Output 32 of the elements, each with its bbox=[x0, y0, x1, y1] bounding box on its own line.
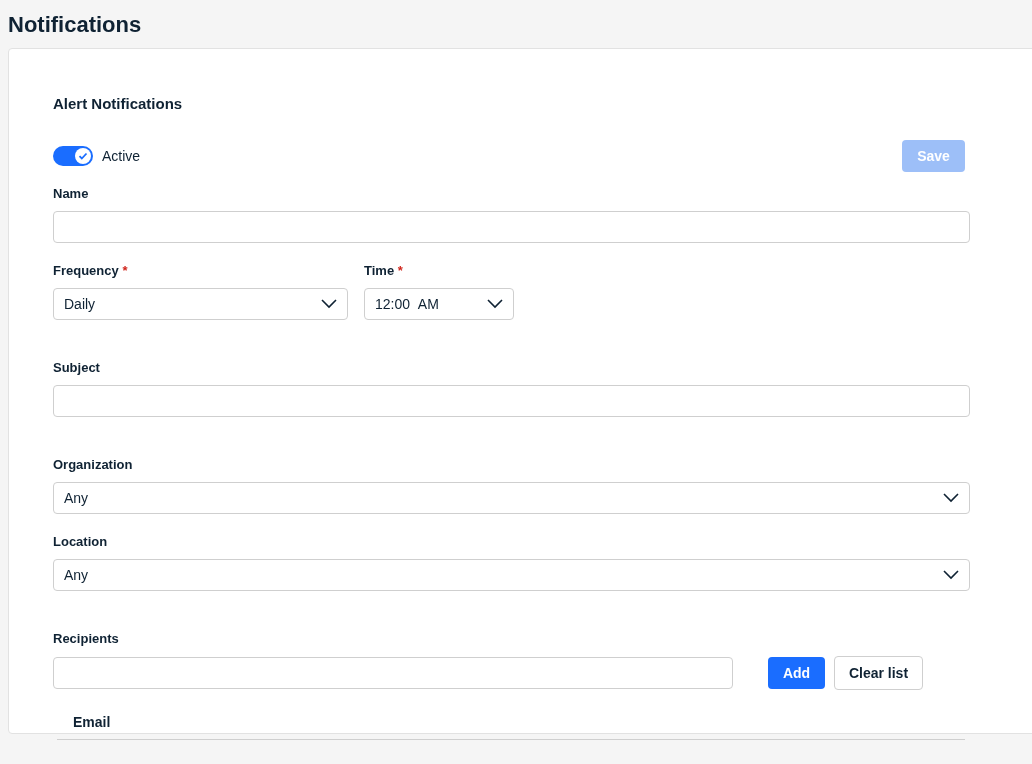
page-title: Notifications bbox=[7, 11, 143, 39]
section-title: Alert Notifications bbox=[53, 95, 183, 112]
location-value: Any bbox=[64, 567, 89, 583]
frequency-value: Daily bbox=[64, 296, 96, 312]
frequency-select[interactable]: Daily bbox=[53, 288, 348, 320]
recipient-input[interactable] bbox=[53, 657, 733, 689]
add-button[interactable]: Add bbox=[768, 657, 825, 689]
required-mark: * bbox=[397, 263, 403, 278]
field-label: Name bbox=[53, 186, 89, 201]
time-value: 12:00 AM bbox=[375, 296, 439, 312]
organization-select[interactable]: Any bbox=[53, 482, 970, 514]
clear-list-button[interactable]: Clear list bbox=[834, 656, 923, 690]
chevron-down-icon bbox=[943, 570, 959, 580]
field-label: Time bbox=[364, 263, 395, 278]
chevron-down-icon bbox=[487, 299, 503, 309]
active-toggle[interactable] bbox=[53, 146, 93, 166]
required-mark: * bbox=[122, 263, 128, 278]
field-label: Recipients bbox=[53, 631, 119, 646]
toggle-label: Active bbox=[102, 148, 141, 164]
time-select[interactable]: 12:00 AM bbox=[364, 288, 514, 320]
check-icon bbox=[77, 150, 89, 162]
location-select[interactable]: Any bbox=[53, 559, 970, 591]
column-header: Email bbox=[73, 713, 111, 730]
name-input[interactable] bbox=[53, 211, 970, 243]
organization-value: Any bbox=[64, 490, 89, 506]
field-label: Frequency bbox=[53, 263, 119, 278]
chevron-down-icon bbox=[321, 299, 337, 309]
field-label: Location bbox=[53, 534, 108, 549]
subject-input[interactable] bbox=[53, 385, 970, 417]
field-label: Subject bbox=[53, 360, 100, 375]
field-label: Organization bbox=[53, 457, 133, 472]
chevron-down-icon bbox=[943, 493, 959, 503]
